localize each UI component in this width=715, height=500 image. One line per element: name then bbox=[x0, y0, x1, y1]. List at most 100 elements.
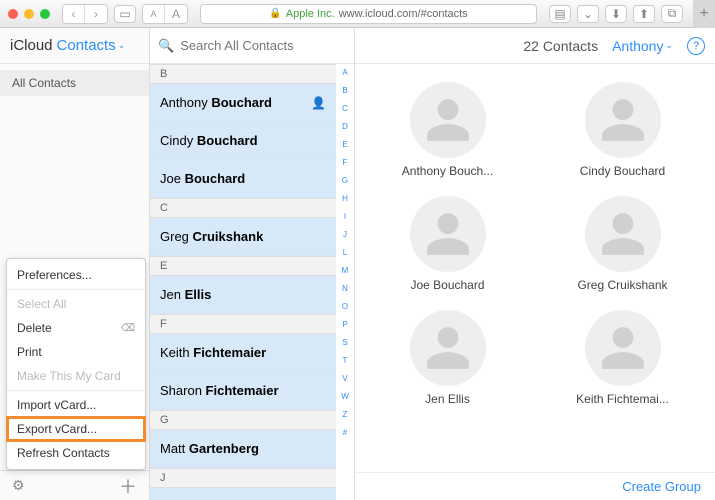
menu-item-refresh-contacts[interactable]: Refresh Contacts bbox=[7, 441, 145, 465]
chevron-down-icon: ⌄ bbox=[665, 40, 673, 51]
contact-name: Matt Gartenberg bbox=[160, 441, 259, 456]
search-icon: 🔍 bbox=[158, 38, 174, 54]
contact-name: Anthony Bouchard bbox=[160, 95, 272, 110]
text-smaller[interactable]: A bbox=[143, 5, 165, 23]
groups-list: All Contacts bbox=[0, 64, 149, 96]
ext-buffer-icon[interactable]: ▤ bbox=[549, 5, 571, 23]
main-footer: Create Group bbox=[355, 472, 715, 500]
tabs-icon[interactable]: ⧉ bbox=[661, 5, 683, 23]
alpha-E[interactable]: E bbox=[342, 140, 347, 149]
section-dropdown[interactable]: Contacts ⌄ bbox=[57, 37, 126, 54]
alpha-H[interactable]: H bbox=[342, 194, 348, 203]
alpha-A[interactable]: A bbox=[342, 68, 347, 77]
gear-icon[interactable]: ⚙ bbox=[12, 477, 25, 494]
contact-row[interactable]: Keith Fichtemaier bbox=[150, 334, 336, 372]
alpha-T[interactable]: T bbox=[343, 356, 348, 365]
contact-card[interactable]: Keith Fichtemai... bbox=[540, 310, 705, 406]
contact-card[interactable]: Jen Ellis bbox=[365, 310, 530, 406]
alpha-I[interactable]: I bbox=[344, 212, 346, 221]
menu-item-select-all: Select All bbox=[7, 292, 145, 316]
share-icon[interactable]: ⬆ bbox=[633, 5, 655, 23]
contact-row[interactable]: Anthony Bouchard 👤 bbox=[150, 84, 336, 122]
contact-row[interactable]: William Jameson bbox=[150, 488, 336, 500]
zoom-window[interactable] bbox=[40, 9, 50, 19]
alpha-P[interactable]: P bbox=[342, 320, 347, 329]
contact-card[interactable]: Cindy Bouchard bbox=[540, 82, 705, 178]
sidebar-toggle[interactable]: ▭ bbox=[114, 5, 136, 23]
avatar bbox=[585, 310, 661, 386]
alpha-G[interactable]: G bbox=[342, 176, 348, 185]
alpha-V[interactable]: V bbox=[342, 374, 347, 383]
minimize-window[interactable] bbox=[24, 9, 34, 19]
contact-row[interactable]: Greg Cruikshank bbox=[150, 218, 336, 256]
menu-item-delete[interactable]: Delete⌫ bbox=[7, 316, 145, 340]
contact-card[interactable]: Joe Bouchard bbox=[365, 196, 530, 292]
downloads-icon[interactable]: ⬇ bbox=[605, 5, 627, 23]
menu-item-export-vcard[interactable]: Export vCard... bbox=[7, 417, 145, 441]
section-header: F bbox=[150, 314, 336, 334]
avatar bbox=[410, 82, 486, 158]
contact-row[interactable]: Jen Ellis bbox=[150, 276, 336, 314]
search-input[interactable] bbox=[180, 38, 356, 53]
alpha-W[interactable]: W bbox=[341, 392, 349, 401]
sidebar: iCloud Contacts ⌄ All Contacts Preferenc… bbox=[0, 28, 150, 500]
alpha-L[interactable]: L bbox=[343, 248, 347, 257]
contact-card[interactable]: Greg Cruikshank bbox=[540, 196, 705, 292]
brand[interactable]: iCloud bbox=[10, 37, 53, 54]
help-button[interactable]: ? bbox=[687, 37, 705, 55]
alpha-B[interactable]: B bbox=[342, 86, 347, 95]
text-larger[interactable]: A bbox=[165, 5, 187, 23]
alpha-O[interactable]: O bbox=[342, 302, 348, 311]
alpha-Z[interactable]: Z bbox=[343, 410, 348, 419]
back-button[interactable]: ‹ bbox=[63, 5, 85, 23]
contact-name: Greg Cruikshank bbox=[160, 229, 263, 244]
create-group-link[interactable]: Create Group bbox=[622, 479, 701, 494]
menu-item-preferences[interactable]: Preferences... bbox=[7, 263, 145, 287]
alpha-N[interactable]: N bbox=[342, 284, 348, 293]
menu-item-print[interactable]: Print bbox=[7, 340, 145, 364]
menu-item-make-this-my-card: Make This My Card bbox=[7, 364, 145, 388]
alpha-index[interactable]: ABCDEFGHIJLMNOPSTVWZ # bbox=[338, 68, 352, 500]
alpha-F[interactable]: F bbox=[343, 158, 348, 167]
contact-row[interactable]: Matt Gartenberg bbox=[150, 430, 336, 468]
avatar bbox=[585, 196, 661, 272]
window-controls bbox=[8, 9, 50, 19]
browser-toolbar: ‹ › ▭ A A 🔒 Apple Inc. www.icloud.com/#c… bbox=[0, 0, 715, 28]
forward-button[interactable]: › bbox=[85, 5, 107, 23]
contact-row[interactable]: Sharon Fichtemaier bbox=[150, 372, 336, 410]
nav-buttons: ‹ › bbox=[62, 4, 108, 24]
main-pane: 22 Contacts Anthony ⌄ ? Anthony Bouch...… bbox=[355, 28, 715, 500]
card-name: Greg Cruikshank bbox=[577, 278, 667, 292]
contact-name: Jen Ellis bbox=[160, 287, 211, 302]
alpha-C[interactable]: C bbox=[342, 104, 348, 113]
contact-list-pane: 🔍 B Anthony Bouchard 👤 Cindy BouchardJoe Bo… bbox=[150, 28, 355, 500]
new-tab-button[interactable]: + bbox=[693, 0, 715, 28]
section-header: B bbox=[150, 64, 336, 84]
card-name: Cindy Bouchard bbox=[580, 164, 665, 178]
contact-row[interactable]: Joe Bouchard bbox=[150, 160, 336, 198]
contact-row[interactable]: Cindy Bouchard bbox=[150, 122, 336, 160]
close-window[interactable] bbox=[8, 9, 18, 19]
chevron-down-icon: ⌄ bbox=[118, 40, 126, 51]
menu-item-import-vcard[interactable]: Import vCard... bbox=[7, 393, 145, 417]
account-menu[interactable]: Anthony ⌄ bbox=[612, 38, 673, 54]
add-button[interactable]: ＋ bbox=[119, 473, 137, 499]
me-icon: 👤 bbox=[311, 96, 326, 110]
contact-card[interactable]: Anthony Bouch... bbox=[365, 82, 530, 178]
ext-pocket-icon[interactable]: ⌄ bbox=[577, 5, 599, 23]
url-text: www.icloud.com/#contacts bbox=[339, 8, 468, 20]
avatar bbox=[410, 196, 486, 272]
alpha-J[interactable]: J bbox=[343, 230, 347, 239]
alpha-M[interactable]: M bbox=[342, 266, 349, 275]
section-header: J bbox=[150, 468, 336, 488]
alpha-#[interactable]: # bbox=[343, 428, 347, 437]
search-row: 🔍 bbox=[150, 28, 354, 64]
address-bar[interactable]: 🔒 Apple Inc. www.icloud.com/#contacts bbox=[200, 4, 537, 24]
group-all-contacts[interactable]: All Contacts bbox=[0, 70, 149, 96]
sidebar-header: iCloud Contacts ⌄ bbox=[0, 28, 149, 64]
alpha-D[interactable]: D bbox=[342, 122, 348, 131]
alpha-S[interactable]: S bbox=[342, 338, 347, 347]
text-size-buttons: A A bbox=[142, 4, 188, 24]
delete-icon: ⌫ bbox=[121, 323, 135, 334]
card-name: Jen Ellis bbox=[425, 392, 470, 406]
